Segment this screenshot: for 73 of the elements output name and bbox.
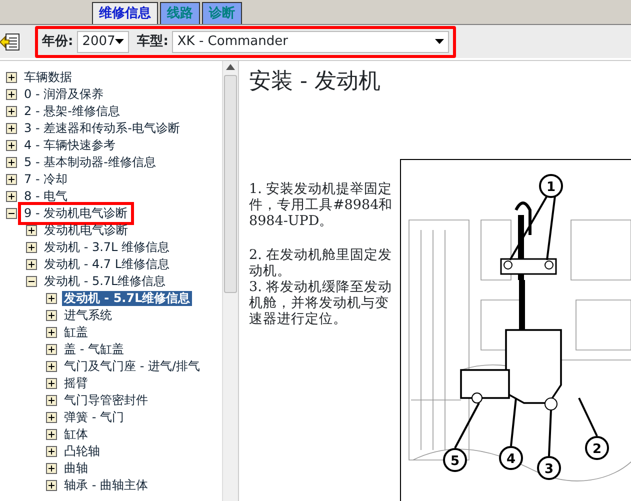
article-title: 安装 - 发动机 [249, 69, 382, 96]
tree-item[interactable]: 5 - 基本制动器-维修信息 [22, 155, 158, 170]
collapse-icon[interactable] [26, 276, 37, 287]
expand-icon[interactable] [6, 157, 17, 168]
tree-item[interactable]: 2 - 悬架-维修信息 [22, 104, 122, 119]
tree-item[interactable]: 气门导管密封件 [62, 393, 150, 408]
tab[interactable]: 维修信息 [92, 2, 158, 24]
year-dropdown[interactable]: 2007 [77, 30, 130, 52]
expand-icon[interactable] [6, 140, 17, 151]
tree-item[interactable]: 缸盖 [62, 325, 90, 340]
tree-item[interactable]: 8 - 电气 [22, 189, 70, 204]
tree-item[interactable]: 盖 - 气缸盖 [62, 342, 126, 357]
tree-item[interactable]: 轴承 - 曲轴主体 [62, 478, 150, 493]
tree-item[interactable]: 弹簧 - 气门 [62, 410, 126, 425]
expand-icon[interactable] [46, 327, 57, 338]
tree-item[interactable]: 7 - 冷却 [22, 172, 70, 187]
callout-leader-line [548, 410, 552, 456]
scrollbar[interactable] [222, 61, 238, 501]
step-text: 1. 安装发动机提举固定件，专用工具#8984和8984-UPD。 [249, 181, 394, 230]
step-text: 2. 在发动机舱里固定发动机。 [249, 247, 394, 280]
expand-icon[interactable] [46, 361, 57, 372]
tree-item[interactable]: 曲轴 [62, 461, 90, 476]
callout-number: 2 [585, 436, 609, 460]
tree-item[interactable]: 车辆数据 [22, 70, 74, 85]
expand-icon[interactable] [46, 463, 57, 474]
tree-item[interactable]: 4 - 车辆快速参考 [22, 138, 118, 153]
tree-item[interactable]: 发动机 - 4.7 L维修信息 [42, 257, 172, 272]
callout-leader-line [578, 398, 598, 437]
callout-number: 5 [443, 448, 467, 472]
year-label: 年份: [42, 32, 74, 51]
expand-icon[interactable] [46, 293, 57, 304]
tree-item[interactable]: 凸轮轴 [62, 444, 102, 459]
tree-item[interactable]: 发动机电气诊断 [42, 223, 130, 238]
step-text: 3. 将发动机缓降至发动机舱，并将发动机与变速器进行定位。 [249, 279, 394, 328]
expand-icon[interactable] [46, 446, 57, 457]
tree-item[interactable]: 气门及气门座 - 进气/排气 [62, 359, 202, 374]
tree-item[interactable]: 发动机 - 3.7L 维修信息 [42, 240, 172, 255]
expand-icon[interactable] [6, 174, 17, 185]
model-dropdown[interactable]: XK - Commander [172, 30, 449, 52]
tree-item[interactable]: 3 - 差速器和传动系-电气诊断 [22, 121, 182, 136]
expand-icon[interactable] [46, 378, 57, 389]
panel-toggle-icon[interactable] [0, 32, 20, 50]
expand-icon[interactable] [46, 412, 57, 423]
collapse-icon[interactable] [6, 208, 17, 219]
tree-item[interactable]: 发动机 - 5.7L维修信息 [42, 274, 168, 289]
expand-icon[interactable] [46, 310, 57, 321]
caret-icon[interactable] [115, 39, 124, 44]
expand-icon[interactable] [26, 259, 37, 270]
expand-icon[interactable] [6, 89, 17, 100]
expand-icon[interactable] [6, 72, 17, 83]
tree-item[interactable]: 缸体 [62, 427, 90, 442]
tree-item[interactable]: 0 - 润滑及保养 [22, 87, 106, 102]
expand-icon[interactable] [6, 106, 17, 117]
model-label: 车型: [137, 32, 168, 51]
expand-icon[interactable] [46, 429, 57, 440]
callout-number: 3 [537, 456, 561, 480]
expand-icon[interactable] [46, 480, 57, 491]
scroll-up-icon[interactable] [226, 64, 235, 70]
expand-icon[interactable] [6, 123, 17, 134]
expand-icon[interactable] [6, 191, 17, 202]
callout-number: 1 [539, 174, 563, 198]
callout-leader-line [509, 195, 556, 262]
callout-leader-line [454, 402, 480, 449]
callout-leader-line [510, 398, 517, 446]
callout-number: 4 [499, 446, 523, 470]
tree-item[interactable]: 发动机 - 5.7L维修信息 [62, 291, 192, 306]
expand-icon[interactable] [46, 344, 57, 355]
expand-icon[interactable] [26, 225, 37, 236]
tree-item[interactable]: 进气系统 [62, 308, 114, 323]
expand-icon[interactable] [46, 395, 57, 406]
caret-icon[interactable] [435, 39, 444, 44]
expand-icon[interactable] [26, 242, 37, 253]
tree-item[interactable]: 摇臂 [62, 376, 90, 391]
